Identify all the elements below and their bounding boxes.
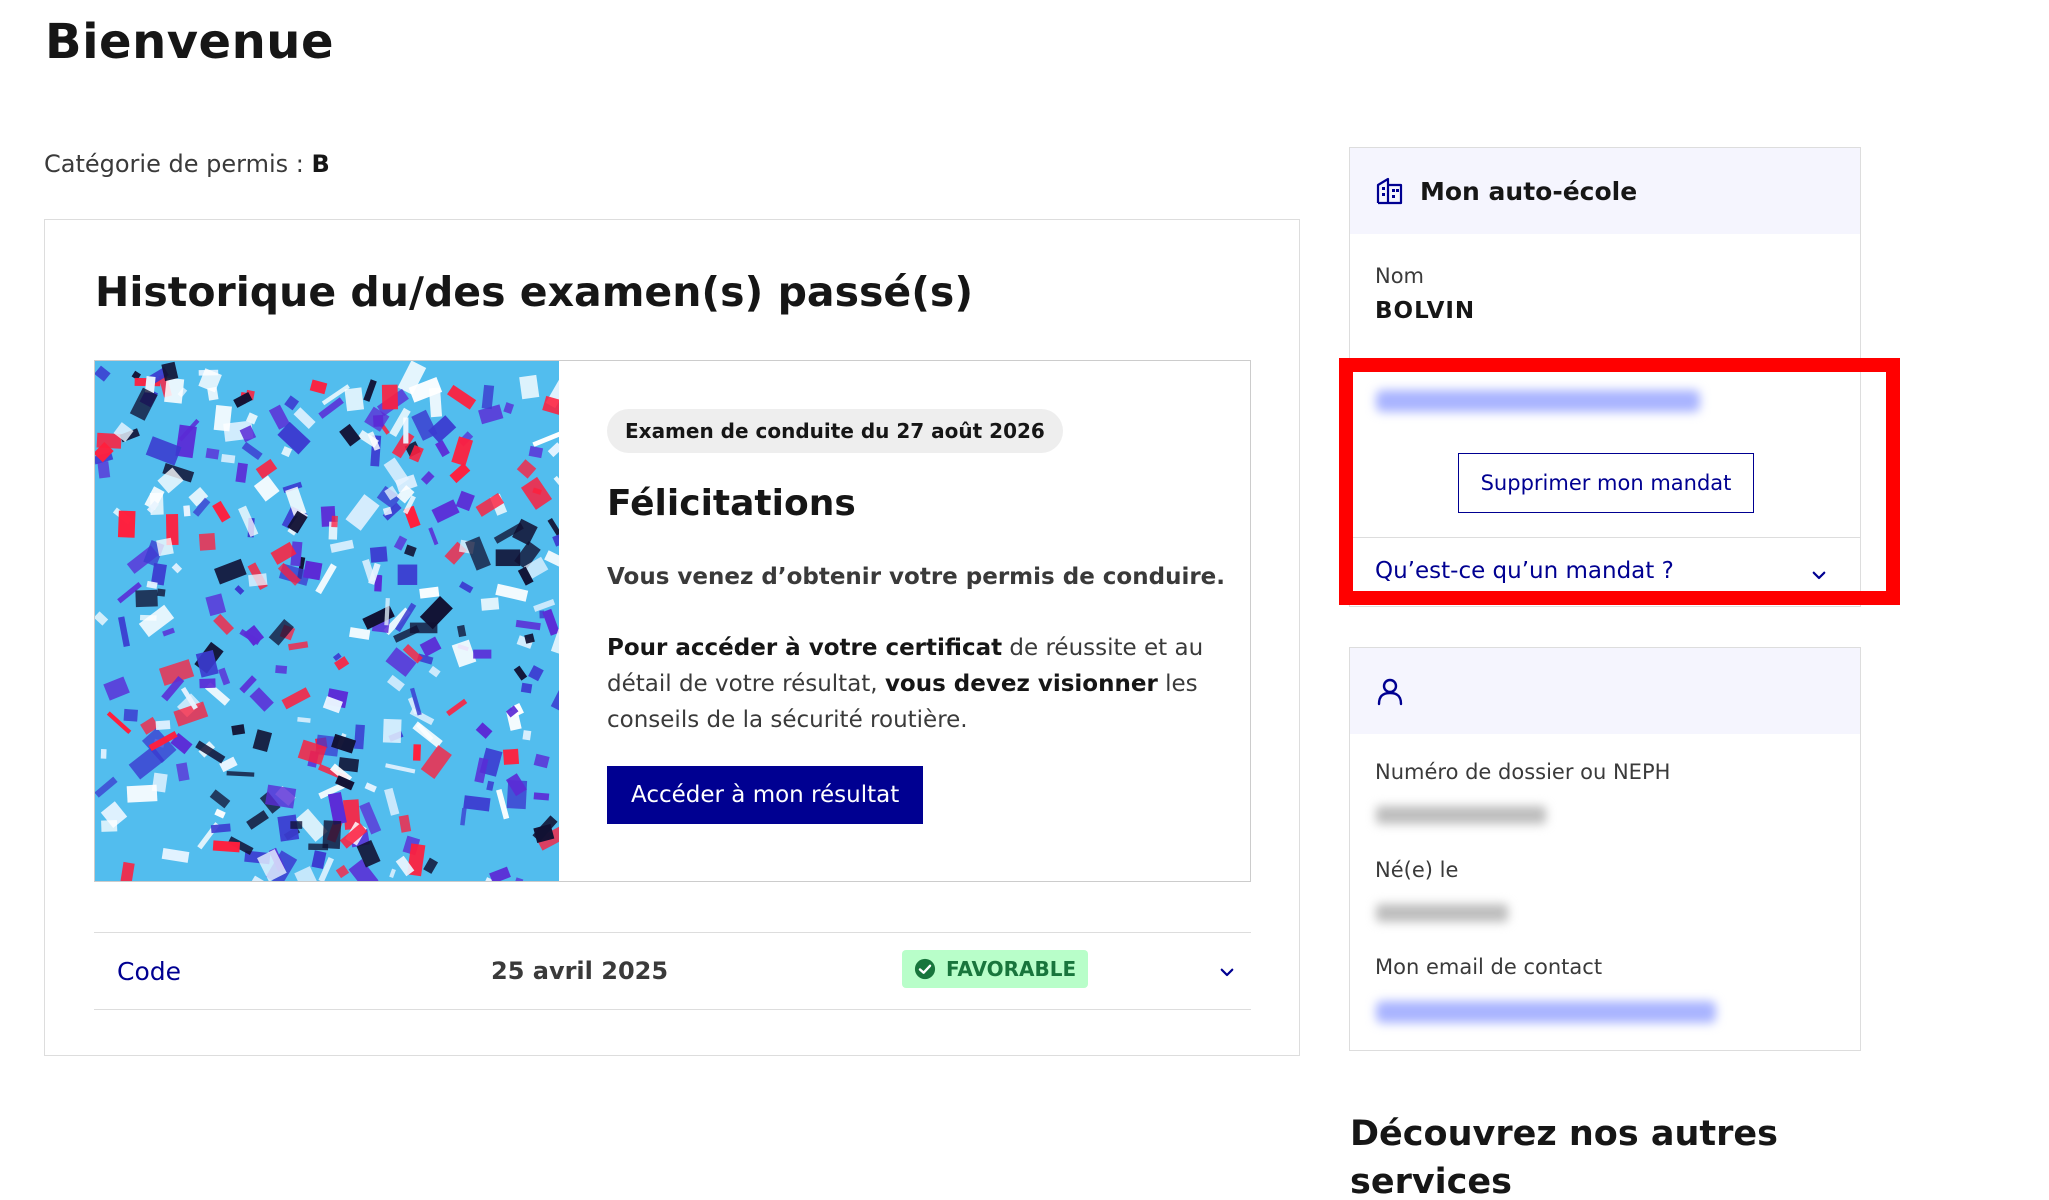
confetti-piece: [397, 564, 418, 585]
chevron-down-icon[interactable]: [1810, 566, 1828, 584]
confetti-piece: [519, 374, 540, 400]
instructions-strong-1: Pour accéder à votre certificat: [607, 635, 1003, 661]
chevron-down-icon[interactable]: [1218, 963, 1236, 981]
contact-email-label: Mon email de contact: [1375, 955, 1603, 979]
driving-school-panel: Mon auto-école Nom BOLVIN Supprimer mon …: [1349, 147, 1861, 607]
confetti-piece: [520, 682, 533, 694]
confetti-piece: [480, 597, 500, 611]
confetti-piece: [381, 384, 398, 410]
confetti-piece: [473, 649, 492, 659]
confetti-piece: [412, 744, 421, 761]
confetti-piece: [409, 622, 438, 634]
dossier-value-blurred: [1376, 806, 1546, 824]
confetti-piece: [213, 404, 232, 432]
status-badge: FAVORABLE: [902, 950, 1089, 988]
user-info-panel: Numéro de dossier ou NEPH Né(e) le Mon e…: [1349, 647, 1861, 1051]
confetti-piece: [248, 573, 268, 587]
confetti-piece: [210, 823, 231, 834]
confetti-piece: [331, 515, 338, 528]
mandate-accordion-toggle[interactable]: Qu’est-ce qu’un mandat ?: [1375, 558, 1674, 584]
confetti-piece: [221, 454, 236, 464]
confetti-piece: [533, 792, 550, 801]
permit-category-value: B: [311, 150, 330, 178]
confetti-piece: [231, 724, 246, 736]
exam-heading: Félicitations: [607, 483, 856, 524]
view-result-button[interactable]: Accéder à mon résultat: [607, 766, 924, 824]
driving-school-header: Mon auto-école: [1350, 148, 1860, 234]
confetti-piece: [135, 589, 158, 608]
exam-body: Examen de conduite du 27 août 2026 Félic…: [607, 409, 1227, 824]
permit-category-label: Catégorie de permis :: [44, 150, 312, 178]
confetti-piece: [198, 533, 216, 551]
confetti-piece: [369, 546, 388, 563]
confetti-piece: [155, 720, 171, 730]
confetti-piece: [183, 505, 191, 517]
confetti-piece: [156, 537, 174, 557]
user-icon: [1377, 678, 1403, 706]
confetti-piece: [212, 840, 241, 853]
services-title: Découvrez nos autres services: [1350, 1114, 1778, 1200]
confetti-piece: [123, 708, 138, 722]
school-name-value: BOLVIN: [1375, 298, 1476, 324]
school-email-blurred: [1376, 390, 1700, 412]
confetti-piece: [354, 724, 365, 750]
confetti-piece: [502, 748, 520, 765]
confetti-piece: [117, 510, 136, 538]
exam-message: Vous venez d’obtenir votre permis de con…: [607, 564, 1226, 590]
confetti-piece: [164, 377, 185, 404]
page-title: Bienvenue: [45, 14, 335, 70]
confetti-piece: [322, 820, 342, 849]
confetti-piece: [344, 387, 365, 412]
confetti-piece: [97, 461, 111, 479]
confetti-piece: [100, 749, 107, 759]
confetti-piece: [290, 821, 303, 829]
exam-date-badge: Examen de conduite du 27 août 2026: [607, 409, 1063, 453]
user-info-header: [1350, 648, 1860, 734]
building-icon: [1376, 177, 1403, 205]
driving-school-title: Mon auto-école: [1420, 176, 1638, 206]
history-title: Historique du/des examen(s) passé(s): [95, 268, 974, 316]
permit-category: Catégorie de permis : B: [44, 150, 330, 178]
dossier-label: Numéro de dossier ou NEPH: [1375, 760, 1671, 784]
school-name-label: Nom: [1375, 264, 1425, 288]
confetti-piece: [101, 820, 118, 832]
confetti-piece: [126, 784, 158, 803]
confetti-piece: [522, 730, 532, 741]
divider: [1350, 537, 1860, 538]
confetti-piece: [275, 665, 288, 674]
birth-date-label: Né(e) le: [1375, 858, 1459, 882]
confetti-illustration: [95, 361, 559, 881]
confetti-image: [95, 361, 559, 881]
instructions-strong-2: vous devez visionner: [884, 671, 1158, 697]
status-text: FAVORABLE: [946, 957, 1077, 981]
remove-mandate-button[interactable]: Supprimer mon mandat: [1458, 453, 1754, 513]
code-exam-row[interactable]: Code 25 avril 2025 FAVORABLE: [94, 932, 1251, 1010]
check-circle-icon: [914, 958, 936, 980]
confetti-piece: [382, 718, 402, 744]
confetti-piece: [302, 560, 323, 581]
exam-result-tile: Examen de conduite du 27 août 2026 Félic…: [94, 360, 1251, 882]
confetti-piece: [156, 588, 166, 597]
code-exam-date: 25 avril 2025: [491, 957, 669, 985]
code-exam-label[interactable]: Code: [117, 957, 181, 986]
birth-date-blurred: [1376, 904, 1508, 922]
exam-history-card: Historique du/des examen(s) passé(s) Exa…: [44, 219, 1300, 1056]
confetti-piece: [199, 678, 216, 689]
exam-instructions: Pour accéder à votre certificat de réuss…: [607, 630, 1227, 738]
confetti-piece: [205, 447, 220, 460]
contact-email-blurred: [1376, 1001, 1716, 1023]
